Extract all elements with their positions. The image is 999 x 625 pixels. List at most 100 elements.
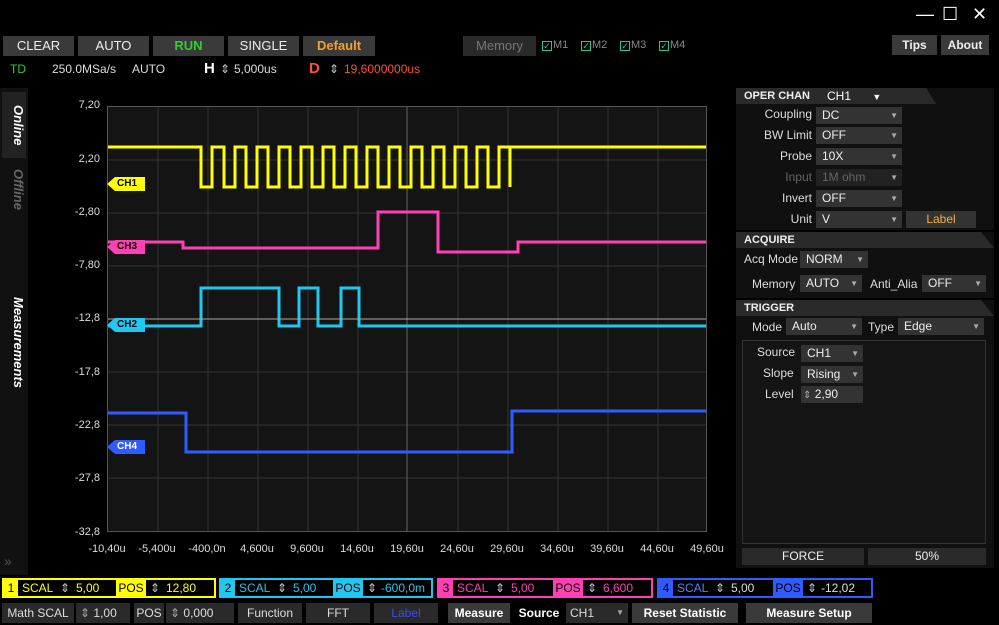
- updown-icon[interactable]: ⇕: [495, 580, 505, 596]
- m1-checkbox[interactable]: ✓ M1: [542, 39, 568, 51]
- memory-select[interactable]: AUTO ▼: [800, 275, 862, 292]
- ch1-settings[interactable]: 1 SCAL ⇕ 5,00 POS ⇕ 12,80: [2, 578, 216, 598]
- single-button[interactable]: SINGLE: [228, 36, 299, 56]
- ch3-marker[interactable]: CH3: [107, 240, 145, 254]
- ch4-pos-value[interactable]: -12,02: [821, 580, 855, 596]
- fft-button[interactable]: FFT: [306, 603, 370, 623]
- unit-value: V: [822, 212, 831, 226]
- reset-statistic-button[interactable]: Reset Statistic: [632, 603, 738, 623]
- anti-alias-select[interactable]: OFF ▼: [922, 275, 986, 292]
- measure-button[interactable]: Measure: [448, 603, 510, 623]
- ch2-marker[interactable]: CH2: [107, 318, 145, 332]
- memory-label: Memory: [752, 277, 796, 291]
- ch4-marker[interactable]: CH4: [107, 440, 145, 454]
- y-tick: -12,8: [74, 312, 100, 324]
- check-icon: ✓: [581, 41, 591, 51]
- slope-select[interactable]: Rising ▼: [801, 366, 863, 383]
- updown-icon[interactable]: ⇕: [277, 580, 287, 596]
- label-button[interactable]: Label: [906, 211, 976, 228]
- updown-icon[interactable]: ⇕: [807, 580, 817, 596]
- m4-checkbox[interactable]: ✓ M4: [659, 39, 685, 51]
- trigger-type-select[interactable]: Edge ▼: [898, 318, 984, 335]
- invert-select[interactable]: OFF ▼: [816, 190, 902, 207]
- tab-online[interactable]: Online: [2, 92, 26, 158]
- ch1-pos-value[interactable]: 12,80: [166, 580, 196, 596]
- level-stepper[interactable]: ⇕ 2,90: [801, 386, 863, 403]
- ch4-scal-value[interactable]: 5,00: [731, 580, 754, 596]
- about-button[interactable]: About: [941, 35, 989, 55]
- clear-button[interactable]: CLEAR: [3, 36, 74, 56]
- maximize-icon[interactable]: ☐: [942, 4, 958, 25]
- chevron-down-icon: ▼: [974, 279, 982, 288]
- probe-select[interactable]: 10X ▼: [816, 148, 902, 165]
- ch1-marker[interactable]: CH1: [107, 177, 145, 191]
- run-button[interactable]: RUN: [153, 36, 224, 56]
- m2-checkbox[interactable]: ✓ M2: [581, 39, 607, 51]
- updown-icon[interactable]: ⇕: [220, 62, 230, 76]
- function-button[interactable]: Function: [238, 603, 302, 623]
- trigger-source-select[interactable]: CH1 ▼: [801, 345, 863, 362]
- ch1-scal-label: SCAL: [22, 581, 54, 595]
- measure-source-select[interactable]: CH1 ▼: [566, 603, 628, 623]
- ch3-pos-value[interactable]: 6,600: [603, 580, 633, 596]
- updown-icon[interactable]: ⇕: [587, 580, 597, 596]
- updown-icon[interactable]: ⇕: [715, 580, 725, 596]
- chevron-down-icon: ▼: [851, 349, 859, 358]
- acq-mode-value: NORM: [806, 252, 843, 266]
- trigger-header: TRIGGER: [736, 300, 994, 316]
- source-label: Source: [757, 345, 796, 359]
- math-scal-stepper[interactable]: ⇕ 1,00: [76, 603, 130, 623]
- tab-offline[interactable]: Offline: [2, 160, 26, 218]
- measure-setup-button[interactable]: Measure Setup: [746, 603, 872, 623]
- force-button[interactable]: FORCE: [742, 548, 864, 565]
- unit-select[interactable]: V ▼: [816, 211, 902, 228]
- trigger-mode-label: Mode: [752, 320, 783, 334]
- chevron-down-icon: ▼: [850, 322, 858, 331]
- close-icon[interactable]: ✕: [972, 4, 987, 25]
- waveform-display[interactable]: [107, 106, 707, 532]
- memory-button[interactable]: Memory: [463, 36, 536, 56]
- updown-icon: ⇕: [170, 606, 181, 620]
- math-pos-value: 0,000: [183, 606, 214, 620]
- coupling-select[interactable]: DC ▼: [816, 107, 902, 124]
- oper-chan-select[interactable]: CH1 ▼: [827, 89, 881, 103]
- tips-button[interactable]: Tips: [892, 35, 937, 55]
- ch1-scal-value[interactable]: 5,00: [76, 580, 99, 596]
- updown-icon[interactable]: ⇕: [60, 580, 70, 596]
- m4-label: M4: [670, 39, 686, 51]
- updown-icon[interactable]: ⇕: [329, 62, 339, 76]
- acq-mode-select[interactable]: NORM ▼: [800, 251, 868, 268]
- ch3-scal-value[interactable]: 5,00: [511, 580, 534, 596]
- default-button[interactable]: Default: [303, 36, 375, 56]
- trigger-mode-select[interactable]: Auto ▼: [786, 318, 862, 335]
- ch2-settings[interactable]: 2 SCAL ⇕ 5,00 POS ⇕ -600,0m: [219, 578, 433, 598]
- tab-measurements[interactable]: Measurements: [2, 283, 26, 403]
- ch2-scal-value[interactable]: 5,00: [293, 580, 316, 596]
- updown-icon: ⇕: [80, 606, 91, 620]
- level-label: Level: [765, 387, 794, 401]
- trigger-panel: TRIGGER Mode Auto ▼ Type Edge ▼ Source CH1…: [736, 300, 994, 568]
- updown-icon[interactable]: ⇕: [150, 580, 160, 596]
- d-value[interactable]: 19,6000000us: [344, 62, 420, 76]
- ch2-pos-value[interactable]: -600,0m: [381, 580, 425, 596]
- fifty-percent-button[interactable]: 50%: [868, 548, 986, 565]
- updown-icon: ⇕: [803, 390, 812, 401]
- math-pos-stepper[interactable]: ⇕ 0,000: [166, 603, 234, 623]
- ch1-number: 1: [4, 580, 18, 596]
- updown-icon[interactable]: ⇕: [367, 580, 377, 596]
- expand-icon[interactable]: »: [4, 553, 12, 569]
- ch4-settings[interactable]: 4 SCAL ⇕ 5,00 POS ⇕ -12,02: [657, 578, 873, 598]
- auto-button[interactable]: AUTO: [78, 36, 149, 56]
- bw-limit-select[interactable]: OFF ▼: [816, 127, 902, 144]
- y-tick: 2,20: [78, 153, 100, 165]
- h-value[interactable]: 5,000us: [234, 62, 277, 76]
- td-label: TD: [10, 62, 26, 76]
- anti-alias-value: OFF: [928, 276, 952, 290]
- minimize-icon[interactable]: —: [916, 4, 934, 25]
- m3-label: M3: [631, 39, 647, 51]
- math-scal-value: 1,00: [93, 606, 117, 620]
- ch3-settings[interactable]: 3 SCAL ⇕ 5,00 POS ⇕ 6,600: [437, 578, 653, 598]
- m3-checkbox[interactable]: ✓ M3: [620, 39, 646, 51]
- math-label-button[interactable]: Label: [374, 603, 438, 623]
- trigger-type-value: Edge: [904, 319, 933, 333]
